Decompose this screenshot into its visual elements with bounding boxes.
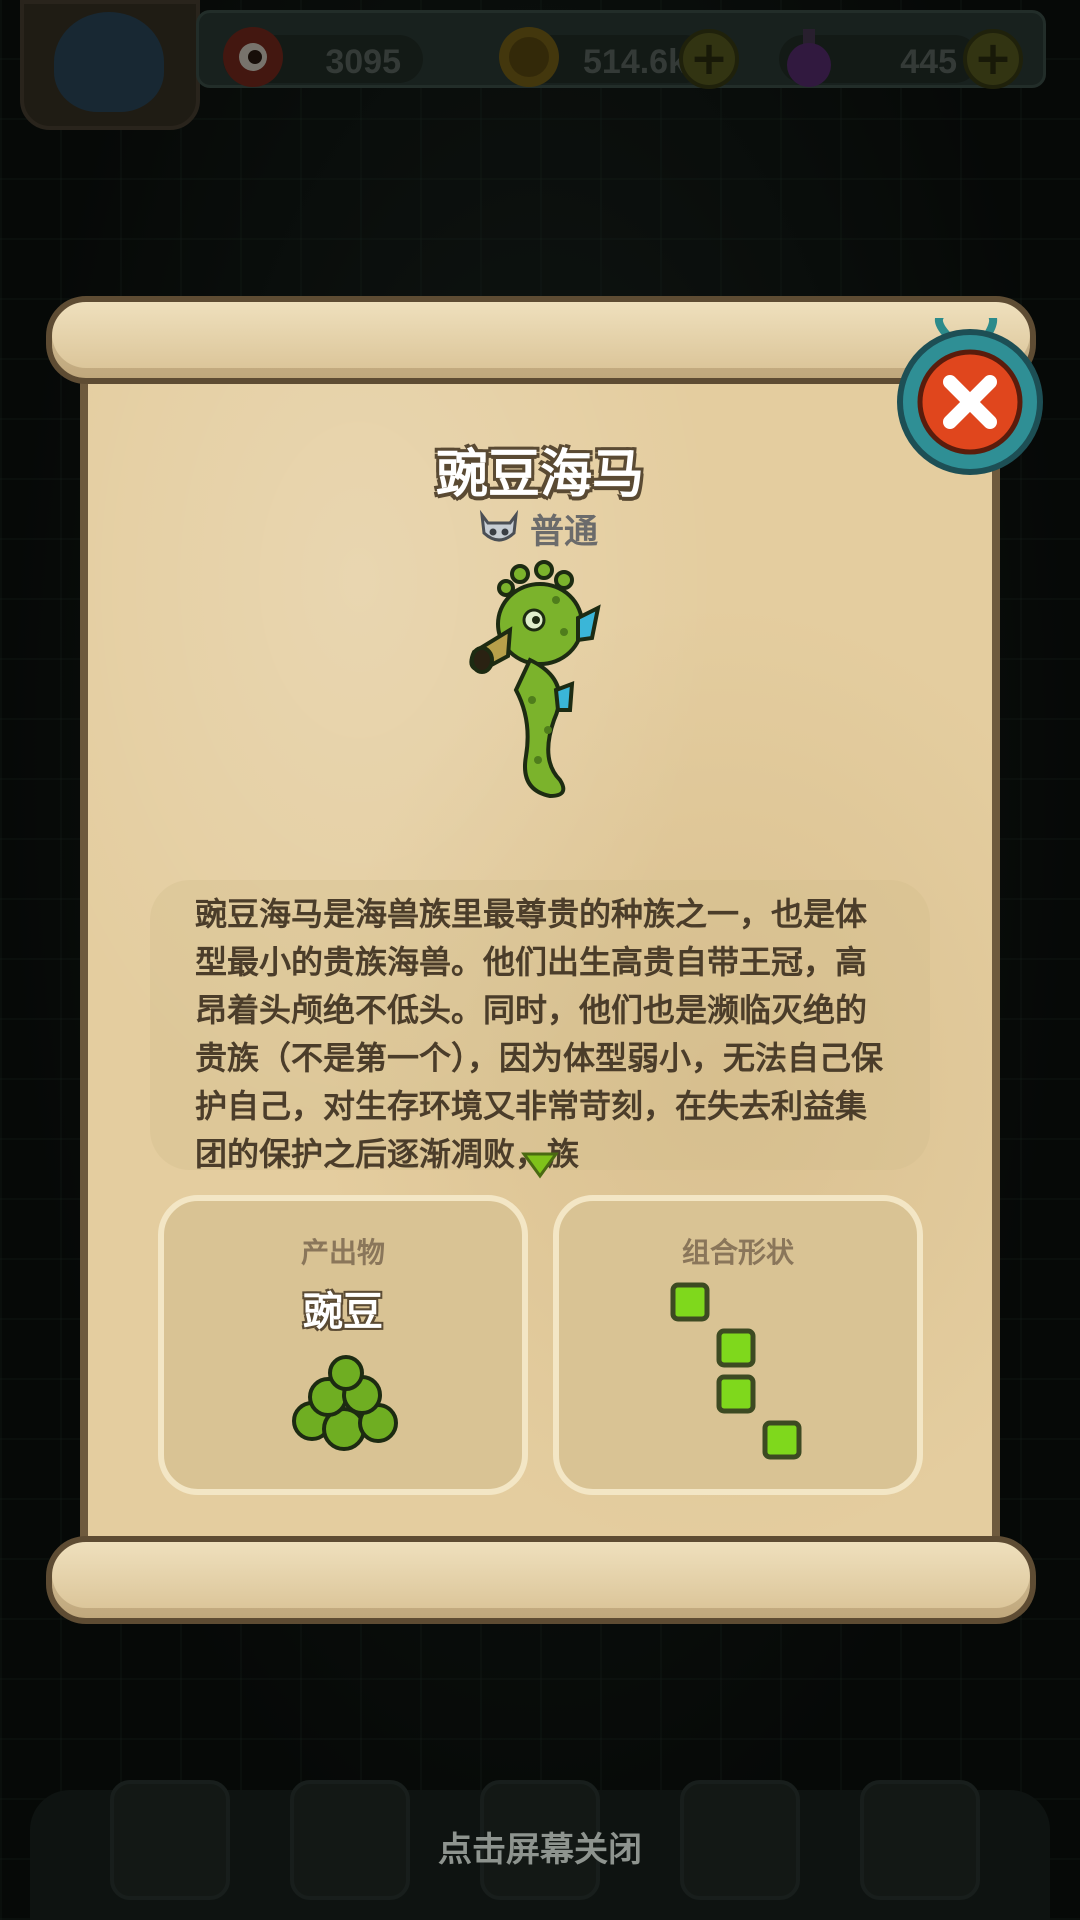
peas-pile-icon bbox=[292, 1355, 398, 1451]
scroll-bottom-roll bbox=[46, 1536, 1036, 1624]
shape-cell bbox=[716, 1374, 756, 1414]
description-box[interactable]: 豌豆海马是海兽族里最尊贵的种族之一，也是体型最小的贵族海兽。他们出生高贵自带王冠… bbox=[150, 880, 930, 1170]
product-card-title: 产出物 bbox=[300, 1236, 385, 1269]
close-button[interactable] bbox=[890, 318, 1050, 478]
pea-seahorse-icon bbox=[469, 560, 601, 799]
shape-cell bbox=[716, 1328, 756, 1368]
combination-shape-grid bbox=[670, 1282, 802, 1460]
rarity-badge: 普通 bbox=[478, 504, 598, 552]
shape-cell bbox=[762, 1420, 802, 1460]
tap-to-close-hint[interactable]: 点击屏幕关闭 bbox=[0, 1822, 1080, 1871]
silver-helmet-icon bbox=[479, 509, 519, 542]
rarity-label: 普通 bbox=[530, 511, 598, 552]
shape-card: 组合形状 bbox=[553, 1195, 923, 1495]
product-card: 产出物 豌豆 bbox=[158, 1195, 528, 1495]
scroll-top-roll bbox=[46, 296, 1036, 384]
shape-cell bbox=[670, 1282, 710, 1322]
chevron-down-icon[interactable] bbox=[520, 1148, 560, 1180]
shape-card-title: 组合形状 bbox=[681, 1236, 794, 1269]
monster-description: 豌豆海马是海兽族里最尊贵的种族之一，也是体型最小的贵族海兽。他们出生高贵自带王冠… bbox=[195, 895, 884, 1170]
product-name: 豌豆 bbox=[303, 1289, 383, 1335]
